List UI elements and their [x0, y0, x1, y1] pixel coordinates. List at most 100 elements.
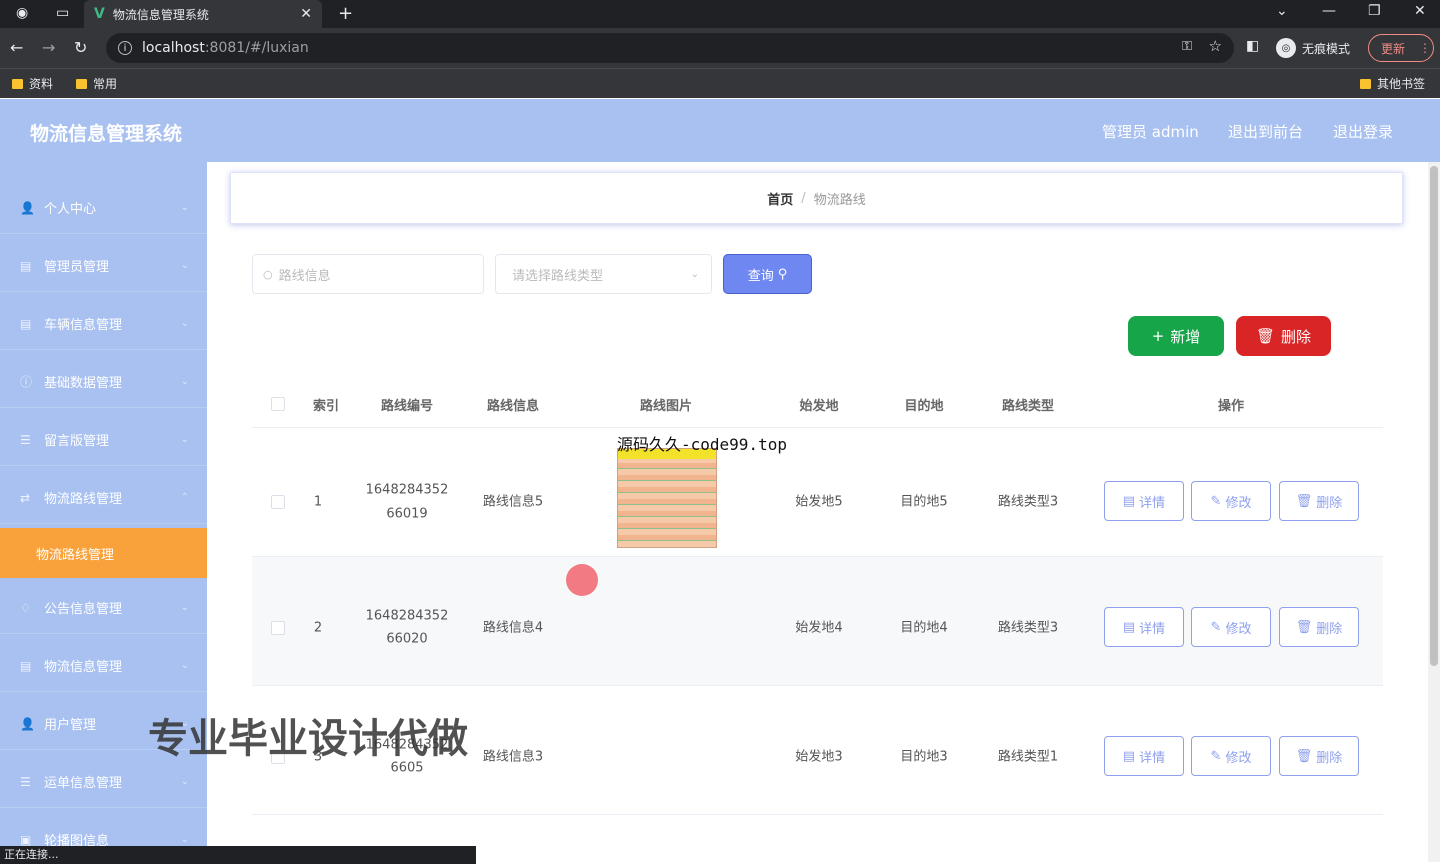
header-index: 索引 — [312, 399, 340, 414]
restore-icon[interactable]: ❐ — [1368, 3, 1381, 19]
header-destination: 目的地 — [904, 399, 944, 414]
trash-icon: 🗑 — [1295, 748, 1313, 764]
sidebar-item-label: 运单信息管理 — [44, 776, 123, 791]
delete-label: 删除 — [1316, 621, 1343, 637]
tab-search-icon[interactable]: ▭ — [56, 5, 69, 21]
url-field[interactable]: i localhost:8081/#/luxian ⚿ ☆ — [106, 33, 1234, 63]
sidebar-item-admin[interactable]: ▤ 管理员管理 ⌄ — [0, 240, 207, 292]
select-all-checkbox[interactable] — [271, 397, 285, 411]
route-type-select[interactable]: 请选择路线类型 ⌄ — [495, 254, 712, 294]
breadcrumb-home[interactable]: 首页 — [767, 189, 793, 208]
sidebar-item-logistics-info[interactable]: ▤ 物流信息管理 ⌄ — [0, 640, 207, 692]
admin-user-label: 管理员 admin — [1102, 123, 1199, 141]
cell-route-info: 路线信息4 — [482, 620, 544, 636]
cell-destination: 目的地5 — [900, 494, 948, 510]
other-bookmarks[interactable]: 其他书签 — [1360, 75, 1425, 92]
sidebar-item-profile[interactable]: 👤 个人中心 ⌄ — [0, 182, 207, 234]
add-label: 新增 — [1170, 327, 1201, 346]
sidebar-item-basic-data[interactable]: ⓘ 基础数据管理 ⌄ — [0, 356, 207, 408]
forward-icon[interactable]: → — [42, 38, 55, 57]
browser-tab-bar: ◉ ▭ V 物流信息管理系统 ✕ + ⌄ — ❐ ✕ — [0, 0, 1440, 28]
minimize-icon[interactable]: — — [1322, 3, 1336, 19]
browser-logo-icon[interactable]: ◉ — [16, 5, 28, 21]
chevron-down-icon: ⌄ — [180, 260, 189, 271]
bookmark-folder-1[interactable]: 资料 — [12, 75, 53, 92]
bookmark-folder-2[interactable]: 常用 — [76, 75, 117, 92]
table-row: 1 1648284352 66019 路线信息5 始发地5 目的地5 路线类型3… — [252, 428, 1383, 557]
document-icon: ▤ — [1122, 493, 1136, 509]
row-delete-button[interactable]: 🗑 删除 — [1279, 607, 1359, 647]
header-route-info: 路线信息 — [486, 399, 540, 414]
detail-button[interactable]: ▤ 详情 — [1104, 481, 1184, 521]
sidebar-item-notice[interactable]: ♢ 公告信息管理 ⌄ — [0, 582, 207, 634]
sidebar-item-label: 留言版管理 — [44, 434, 110, 449]
back-to-front-link[interactable]: 退出到前台 — [1228, 121, 1303, 142]
cell-destination: 目的地4 — [900, 620, 948, 636]
star-icon[interactable]: ☆ — [1209, 37, 1222, 55]
cell-route-info: 路线信息3 — [482, 749, 544, 765]
breadcrumb-separator: / — [801, 190, 806, 206]
update-button[interactable]: 更新 ⋮ — [1368, 34, 1434, 62]
folder-icon — [1360, 78, 1371, 89]
query-button[interactable]: 查询 ⚲ — [723, 254, 812, 294]
scrollbar-thumb[interactable] — [1430, 166, 1438, 666]
edit-button[interactable]: ✎ 修改 — [1191, 481, 1271, 521]
edit-button[interactable]: ✎ 修改 — [1191, 736, 1271, 776]
select-placeholder: 请选择路线类型 — [512, 268, 604, 284]
close-tab-icon[interactable]: ✕ — [300, 6, 312, 22]
add-button[interactable]: + 新增 — [1128, 316, 1224, 356]
delete-label: 删除 — [1281, 327, 1312, 346]
route-image-thumbnail[interactable] — [617, 448, 717, 548]
new-tab-icon[interactable]: + — [338, 3, 353, 24]
incognito-indicator[interactable]: ◎ 无痕模式 — [1276, 38, 1350, 58]
sidebar-item-label: 个人中心 — [44, 202, 97, 217]
close-window-icon[interactable]: ✕ — [1414, 3, 1426, 19]
table-header: 索引 路线编号 路线信息 路线图片 始发地 目的地 路线类型 操作 — [252, 380, 1383, 428]
sidebar-item-message-board[interactable]: ☰ 留言版管理 ⌄ — [0, 414, 207, 466]
key-icon[interactable]: ⚿ — [1182, 39, 1192, 54]
chevron-down-icon: ⌄ — [690, 268, 699, 280]
search-icon: ○ — [263, 267, 273, 281]
sidebar-item-label: 基础数据管理 — [44, 376, 123, 391]
cell-code-line1: 1648284352 — [365, 608, 449, 624]
app-header: 物流信息管理系统 管理员 admin 退出到前台 退出登录 — [0, 99, 1440, 162]
row-checkbox[interactable] — [271, 621, 285, 635]
cell-origin: 始发地5 — [795, 494, 843, 510]
page-scrollbar[interactable] — [1428, 162, 1440, 862]
cell-index: 1 — [313, 494, 323, 510]
header-route-code: 路线编号 — [380, 399, 434, 414]
sidebar-item-vehicle[interactable]: ▤ 车辆信息管理 ⌄ — [0, 298, 207, 350]
back-icon[interactable]: ← — [10, 38, 23, 57]
query-label: 查询 — [747, 268, 774, 284]
delete-label: 删除 — [1316, 495, 1343, 511]
row-checkbox[interactable] — [271, 495, 285, 509]
info-icon[interactable]: i — [118, 41, 132, 55]
batch-delete-button[interactable]: 🗑 删除 — [1236, 316, 1331, 356]
edit-button[interactable]: ✎ 修改 — [1191, 607, 1271, 647]
sidebar-item-route-management[interactable]: 物流路线管理 — [0, 528, 207, 578]
delete-label: 删除 — [1316, 750, 1343, 766]
pencil-icon: ✎ — [1210, 493, 1222, 509]
detail-button[interactable]: ▤ 详情 — [1104, 736, 1184, 776]
sidebar-item-route-group[interactable]: ⇄ 物流路线管理 ⌃ — [0, 472, 207, 524]
bookmarks-bar: 资料 常用 其他书签 — [0, 68, 1440, 98]
browser-tab[interactable]: V 物流信息管理系统 ✕ — [84, 0, 322, 28]
chevron-down-icon: ⌄ — [180, 660, 189, 671]
image-caption-overlay: 源码久久-code99.top — [617, 435, 787, 454]
cell-index: 2 — [313, 620, 323, 636]
logout-link[interactable]: 退出登录 — [1333, 121, 1393, 142]
cell-route-type: 路线类型1 — [997, 749, 1059, 765]
row-delete-button[interactable]: 🗑 删除 — [1279, 481, 1359, 521]
folder-icon — [12, 78, 23, 89]
pencil-icon: ✎ — [1210, 619, 1222, 635]
row-delete-button[interactable]: 🗑 删除 — [1279, 736, 1359, 776]
reload-icon[interactable]: ↻ — [74, 38, 87, 57]
route-info-search-input[interactable]: ○ 路线信息 — [252, 254, 484, 294]
edit-label: 修改 — [1225, 621, 1252, 637]
trash-icon: 🗑 — [1295, 619, 1313, 635]
detail-button[interactable]: ▤ 详情 — [1104, 607, 1184, 647]
header-origin: 始发地 — [799, 399, 839, 414]
chevron-down-icon: ⌄ — [180, 434, 189, 445]
chevron-down-icon[interactable]: ⌄ — [1276, 3, 1288, 19]
sidepanel-icon[interactable]: ◧ — [1246, 38, 1259, 54]
